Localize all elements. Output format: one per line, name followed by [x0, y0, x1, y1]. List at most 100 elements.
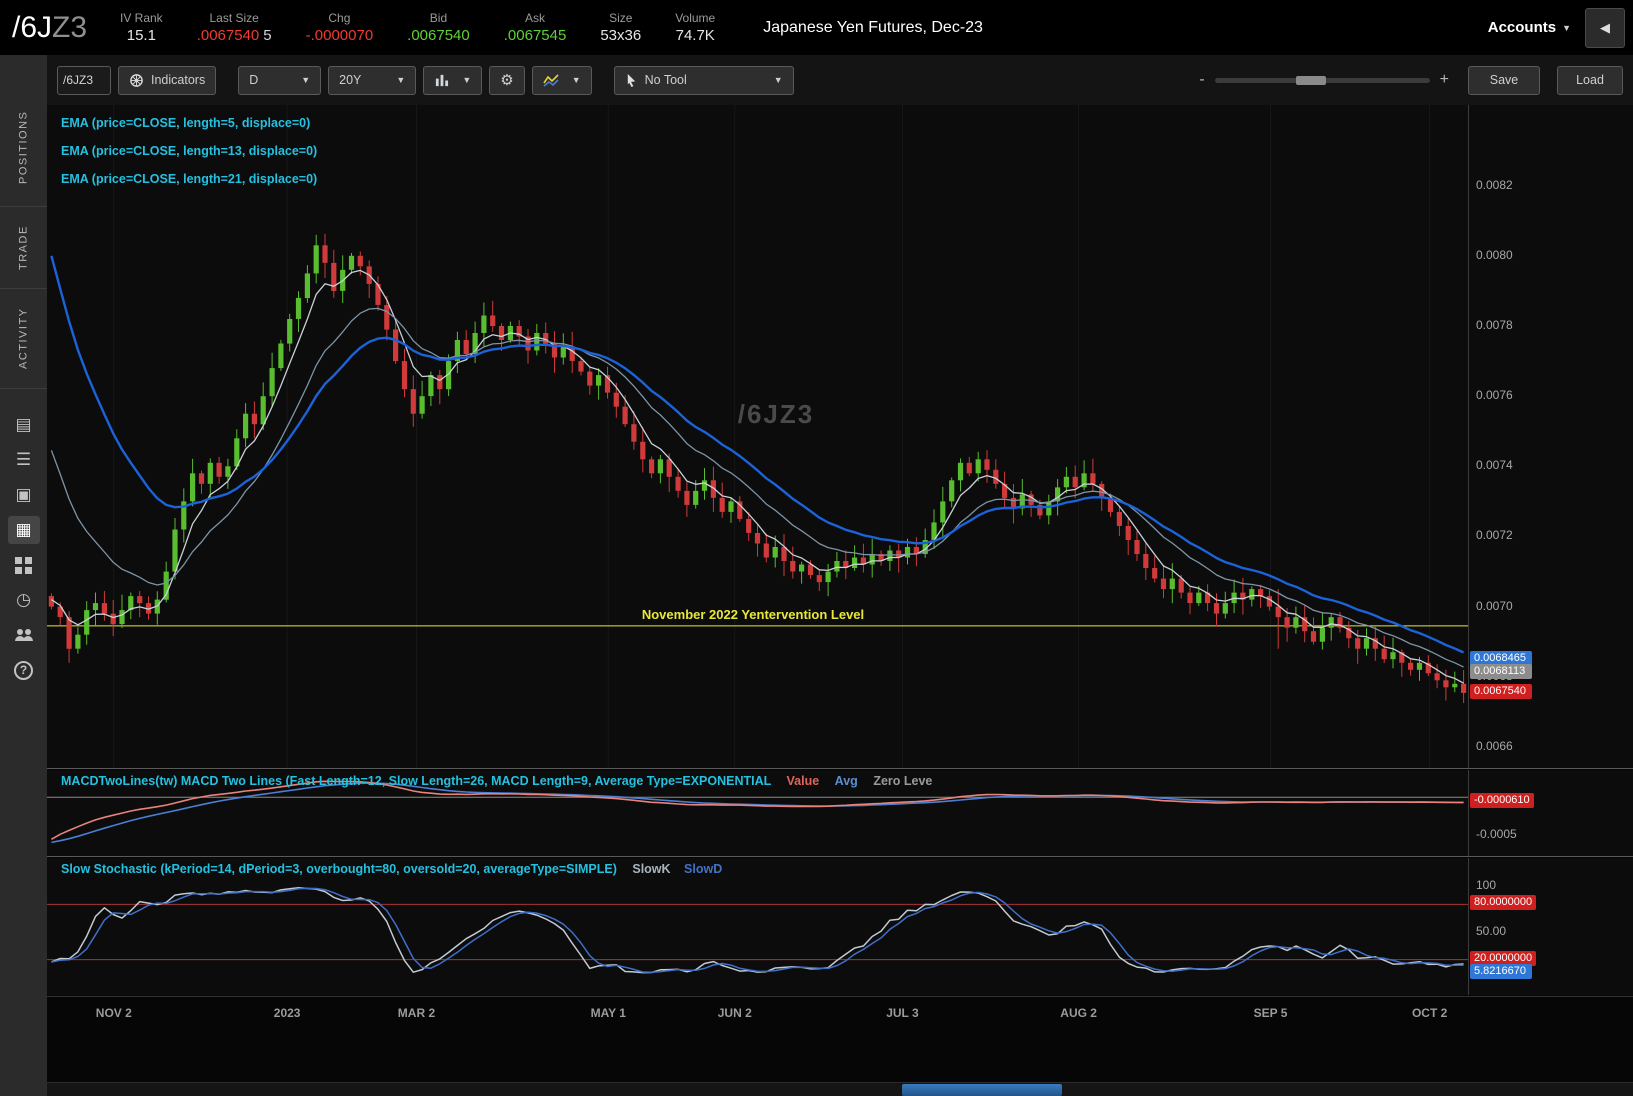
candle[interactable] — [1143, 554, 1148, 568]
candle[interactable] — [358, 256, 363, 266]
candle[interactable] — [1249, 589, 1254, 600]
candle[interactable] — [393, 330, 398, 362]
candle[interactable] — [905, 547, 910, 558]
candle[interactable] — [437, 375, 442, 389]
candle[interactable] — [578, 361, 583, 372]
candle[interactable] — [614, 393, 619, 407]
candle[interactable] — [172, 530, 177, 572]
candle[interactable] — [314, 245, 319, 273]
timeframe-dropdown[interactable]: D▼ — [238, 66, 321, 95]
candle[interactable] — [790, 561, 795, 572]
sidebar-tab-trade[interactable]: TRADE — [0, 207, 47, 289]
candle[interactable] — [1329, 617, 1334, 628]
candle[interactable] — [411, 389, 416, 414]
candle[interactable] — [349, 256, 354, 270]
candle[interactable] — [958, 463, 963, 481]
chart-icon[interactable]: ▦ — [8, 516, 40, 544]
candle[interactable] — [420, 396, 425, 414]
candle[interactable] — [190, 473, 195, 501]
macd-pane[interactable]: MACDTwoLines(tw) MACD Two Lines (Fast Le… — [47, 770, 1468, 856]
candle[interactable] — [1179, 579, 1184, 593]
range-dropdown[interactable]: 20Y▼ — [328, 66, 416, 95]
candle[interactable] — [270, 368, 275, 396]
candle[interactable] — [199, 473, 204, 484]
accounts-menu[interactable]: Accounts▼ — [1488, 19, 1571, 36]
macd-axis[interactable]: -0.0005-0.0000610 — [1468, 770, 1633, 856]
price-axis[interactable]: 0.00820.00800.00780.00760.00740.00720.00… — [1468, 105, 1633, 768]
candle[interactable] — [322, 245, 327, 262]
candle[interactable] — [464, 340, 469, 354]
candle[interactable] — [967, 463, 972, 474]
candle[interactable] — [728, 501, 733, 512]
news-icon[interactable]: ▤ — [8, 411, 40, 439]
candle[interactable] — [1134, 540, 1139, 554]
watchlist-icon[interactable]: ☰ — [8, 446, 40, 474]
candle[interactable] — [693, 491, 698, 505]
study-label-ema5[interactable]: EMA (price=CLOSE, length=5, displace=0) — [61, 109, 317, 137]
candle[interactable] — [305, 273, 310, 298]
candle[interactable] — [428, 375, 433, 396]
candle[interactable] — [1408, 663, 1413, 670]
stochastic-axis[interactable]: 10050.0080.000000020.00000005.8216670 — [1468, 858, 1633, 995]
candle[interactable] — [1152, 568, 1157, 579]
candle[interactable] — [640, 442, 645, 460]
drawing-set-dropdown[interactable]: ▼ — [532, 66, 592, 95]
candle[interactable] — [561, 347, 566, 358]
candle[interactable] — [984, 459, 989, 470]
candle[interactable] — [384, 305, 389, 330]
chart-scrollbar[interactable] — [47, 1082, 1633, 1096]
chart-settings-button[interactable]: ⚙ — [489, 66, 524, 95]
sidebar-tab-activity[interactable]: ACTIVITY — [0, 289, 47, 389]
candle[interactable] — [720, 498, 725, 512]
zoom-slider[interactable] — [1215, 78, 1430, 83]
candle[interactable] — [1452, 684, 1457, 688]
candle[interactable] — [534, 333, 539, 351]
candle[interactable] — [1364, 638, 1369, 649]
candle[interactable] — [1435, 673, 1440, 680]
candle[interactable] — [243, 414, 248, 439]
candle[interactable] — [1276, 607, 1281, 618]
candle[interactable] — [490, 316, 495, 327]
candle[interactable] — [137, 596, 142, 603]
candle[interactable] — [755, 533, 760, 544]
help-icon[interactable]: ? — [8, 656, 40, 684]
study-label-ema13[interactable]: EMA (price=CLOSE, length=13, displace=0) — [61, 137, 317, 165]
pane-separator[interactable] — [47, 768, 1633, 769]
candle[interactable] — [67, 617, 72, 649]
candle[interactable] — [1285, 617, 1290, 628]
candle[interactable] — [208, 463, 213, 484]
stochastic-chart-svg[interactable] — [47, 858, 1468, 995]
candle[interactable] — [799, 565, 804, 572]
candle[interactable] — [75, 635, 80, 649]
candle[interactable] — [1090, 473, 1095, 484]
load-button[interactable]: Load — [1557, 66, 1623, 95]
candle[interactable] — [746, 519, 751, 533]
candle[interactable] — [1311, 631, 1316, 642]
clock-icon[interactable]: ◷ — [8, 586, 40, 614]
indicators-button[interactable]: Indicators — [118, 66, 216, 95]
candle[interactable] — [1187, 593, 1192, 604]
candle[interactable] — [649, 459, 654, 473]
candle[interactable] — [111, 614, 116, 625]
candle[interactable] — [870, 554, 875, 565]
candle[interactable] — [84, 610, 89, 635]
candle[interactable] — [852, 558, 857, 569]
people-icon[interactable] — [8, 621, 40, 649]
candle[interactable] — [993, 470, 998, 484]
zoom-slider-thumb[interactable] — [1296, 76, 1326, 85]
candle[interactable] — [764, 544, 769, 558]
sidebar-tab-positions[interactable]: POSITIONS — [0, 89, 47, 207]
candle[interactable] — [1126, 526, 1131, 540]
annotation-label[interactable]: November 2022 Yentervention Level — [642, 607, 864, 622]
stochastic-title[interactable]: Slow Stochastic (kPeriod=14, dPeriod=3, … — [61, 862, 617, 876]
candle[interactable] — [1355, 638, 1360, 649]
candle[interactable] — [702, 480, 707, 491]
candle[interactable] — [1417, 663, 1422, 670]
candle[interactable] — [1073, 477, 1078, 488]
candle[interactable] — [826, 572, 831, 583]
candle[interactable] — [667, 459, 672, 477]
candle[interactable] — [261, 396, 266, 424]
candle[interactable] — [1320, 628, 1325, 642]
candle[interactable] — [481, 316, 486, 334]
candle[interactable] — [1064, 477, 1069, 488]
